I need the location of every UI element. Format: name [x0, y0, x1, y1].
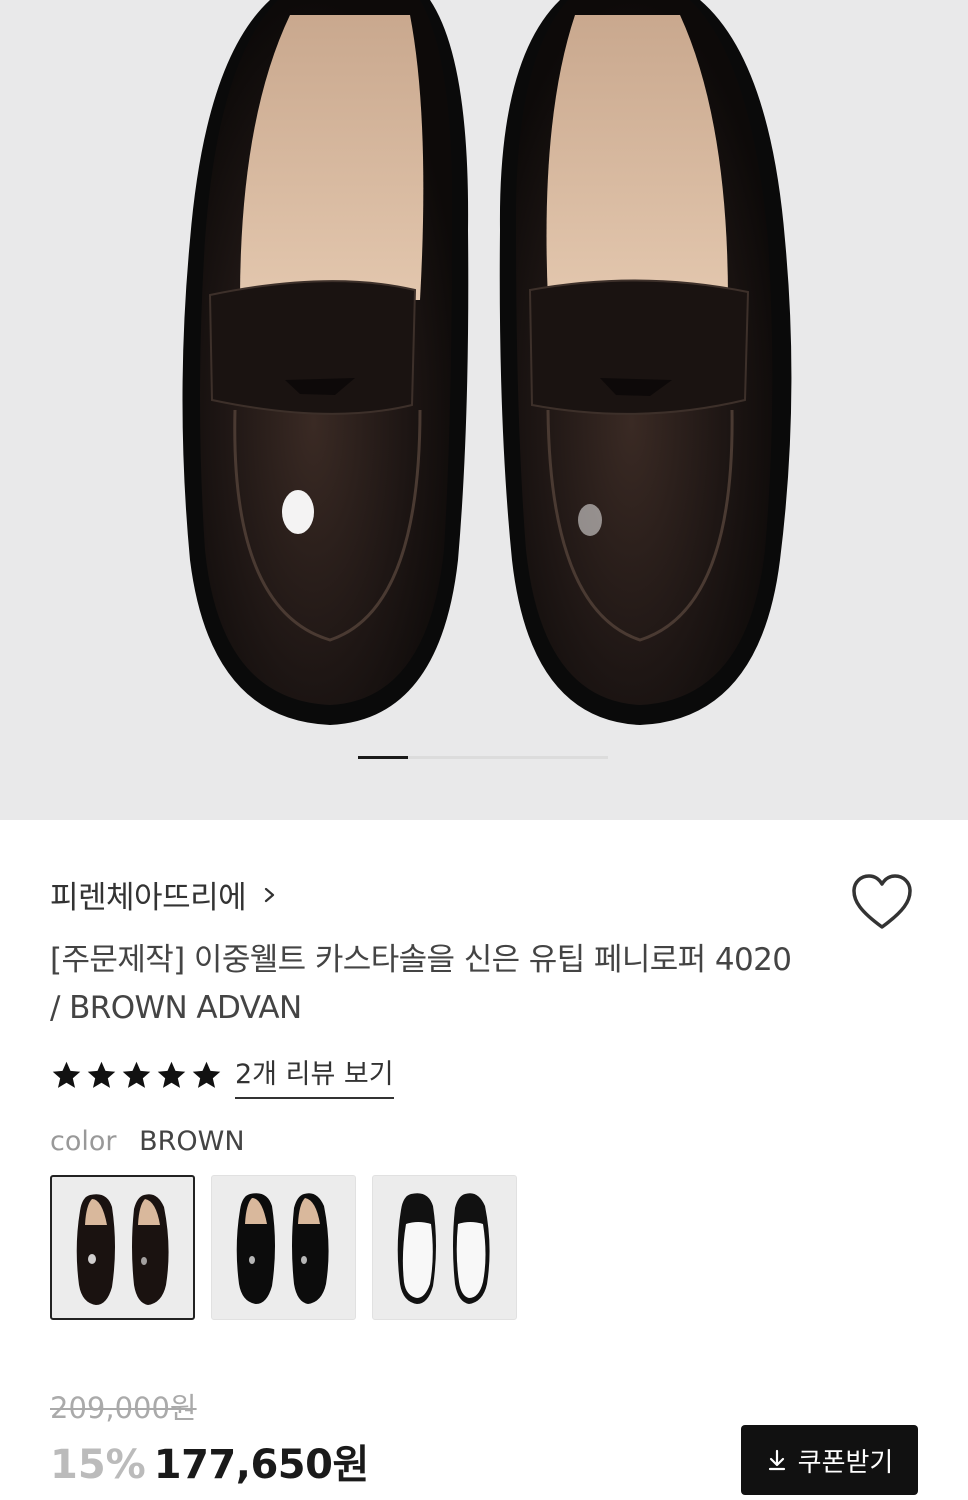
color-swatches — [50, 1175, 517, 1320]
color-label: color — [50, 1126, 117, 1157]
color-swatch-brown[interactable] — [50, 1175, 195, 1320]
star-icon — [157, 1061, 186, 1088]
discount-rate: 15% — [50, 1442, 146, 1488]
final-price: 177,650원 — [153, 1442, 370, 1488]
color-selected-value: BROWN — [139, 1126, 245, 1157]
color-swatch-white[interactable] — [372, 1175, 517, 1320]
color-selector-label: color BROWN — [50, 1126, 245, 1157]
black-loafer-thumbnail — [236, 1193, 329, 1304]
product-image — [182, 0, 792, 725]
original-price: 209,000원 — [50, 1391, 197, 1425]
white-loafer-thumbnail — [397, 1193, 490, 1304]
gallery-pagination — [358, 756, 608, 759]
price-row: 15% 177,650원 — [50, 1432, 369, 1490]
star-icon — [192, 1061, 221, 1088]
star-icon — [52, 1061, 81, 1088]
product-title: [주문제작] 이중웰트 카스타솔을 신은 유팁 페니로퍼 4020 / BROW… — [50, 942, 792, 1026]
product-image-gallery[interactable] — [0, 0, 968, 820]
star-icon — [122, 1061, 151, 1088]
brand-name: 피렌체아뜨리에 — [50, 880, 247, 916]
star-icon — [87, 1061, 116, 1088]
chevron-right-icon — [265, 887, 275, 902]
rating-row: 2개 리뷰 보기 — [50, 1052, 394, 1099]
coupon-button-label: 쿠폰받기 — [797, 1447, 894, 1478]
brown-loafer-thumbnail — [76, 1194, 169, 1305]
star-rating — [50, 1059, 223, 1092]
color-swatch-black[interactable] — [211, 1175, 356, 1320]
gallery-pagination-active — [358, 756, 408, 759]
left-shoe — [182, 0, 469, 725]
download-icon — [768, 1449, 785, 1471]
coupon-download-button[interactable]: 쿠폰받기 — [741, 1425, 918, 1495]
view-reviews-link[interactable]: 2개 리뷰 보기 — [235, 1052, 394, 1099]
right-shoe — [499, 0, 792, 725]
brand-link[interactable]: 피렌체아뜨리에 — [50, 872, 280, 917]
wishlist-heart-icon[interactable] — [850, 873, 914, 931]
